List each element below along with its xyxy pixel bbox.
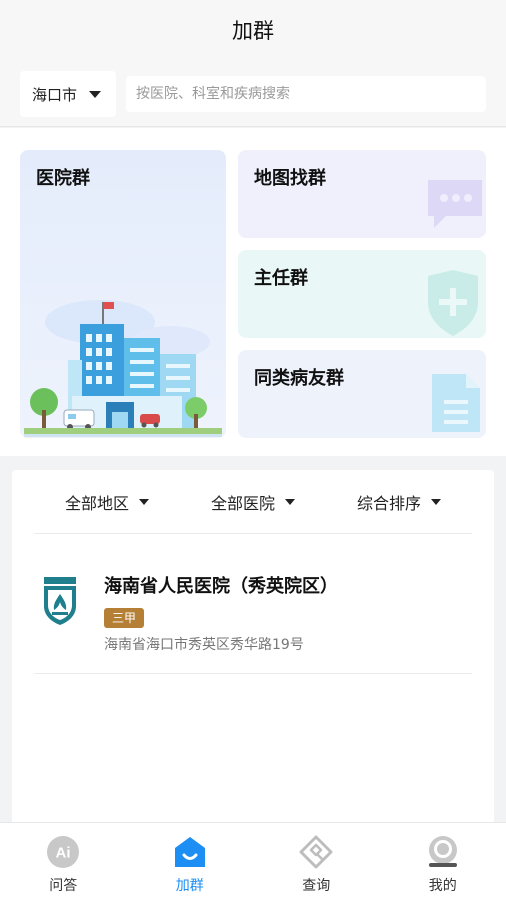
- director-group-title: 主任群: [254, 268, 308, 289]
- hospital-name: 海南省人民医院（秀英院区）: [104, 576, 338, 597]
- tab-profile-label: 我的: [428, 878, 457, 894]
- caret-down-icon: [139, 498, 149, 505]
- add-group-icon: [174, 837, 205, 867]
- hospital-group-card[interactable]: 医院群: [20, 150, 226, 438]
- group-entry-cards: 医院群 地图找群 主任群 同类病友群: [0, 128, 506, 456]
- app-header: 加群: [0, 0, 506, 60]
- document-icon: [432, 374, 480, 432]
- map-group-title: 地图找群: [254, 168, 326, 189]
- hospital-grade-badge: 三甲: [104, 608, 145, 628]
- filter-sort[interactable]: 综合排序: [326, 490, 472, 514]
- hospital-building-illustration: [24, 300, 222, 437]
- tab-add-group[interactable]: 加群: [127, 823, 254, 900]
- tab-query-label: 查询: [302, 878, 331, 894]
- hospital-address: 海南省海口市秀英区秀华路19号: [104, 637, 304, 653]
- chat-bubble-icon: [428, 180, 482, 228]
- caret-down-icon: [89, 90, 102, 98]
- tab-query[interactable]: 查询: [253, 823, 380, 900]
- filter-hospital[interactable]: 全部医院: [180, 490, 326, 514]
- tab-add-group-label: 加群: [175, 878, 204, 894]
- filter-sort-label: 综合排序: [356, 493, 421, 513]
- tab-qa[interactable]: Ai 问答: [0, 823, 127, 900]
- caret-down-icon: [431, 498, 441, 505]
- svg-text:Ai: Ai: [56, 845, 71, 862]
- shield-plus-icon: [428, 270, 478, 336]
- filter-hospital-label: 全部医院: [210, 493, 275, 513]
- hospital-list-section: 全部地区 全部医院 综合排序 海南省人民医院（秀英院区） 三甲 海南省海口市秀英…: [12, 470, 494, 822]
- hospital-group-title: 医院群: [36, 168, 90, 189]
- profile-icon: [428, 836, 457, 867]
- query-icon: [299, 835, 333, 869]
- tab-qa-label: 问答: [49, 878, 78, 894]
- page-title: 加群: [232, 19, 274, 43]
- list-item[interactable]: 海南省人民医院（秀英院区） 三甲 海南省海口市秀英区秀华路19号: [34, 534, 472, 674]
- ai-icon: Ai: [47, 836, 80, 868]
- filter-region[interactable]: 全部地区: [34, 490, 180, 514]
- city-label: 海口市: [32, 85, 78, 104]
- search-input[interactable]: [126, 76, 486, 112]
- search-bar: 海口市: [0, 60, 506, 127]
- caret-down-icon: [285, 498, 295, 505]
- bottom-tab-bar: Ai 问答 加群 查询 我的: [0, 822, 506, 900]
- patient-group-card[interactable]: 同类病友群: [238, 350, 486, 438]
- filter-region-label: 全部地区: [64, 493, 129, 513]
- director-group-card[interactable]: 主任群: [238, 250, 486, 338]
- tab-profile[interactable]: 我的: [380, 823, 506, 900]
- filter-bar: 全部地区 全部医院 综合排序: [34, 470, 472, 534]
- map-group-card[interactable]: 地图找群: [238, 150, 486, 238]
- city-selector[interactable]: 海口市: [20, 71, 116, 117]
- hospital-logo-icon: [44, 577, 76, 625]
- patient-group-title: 同类病友群: [254, 368, 344, 389]
